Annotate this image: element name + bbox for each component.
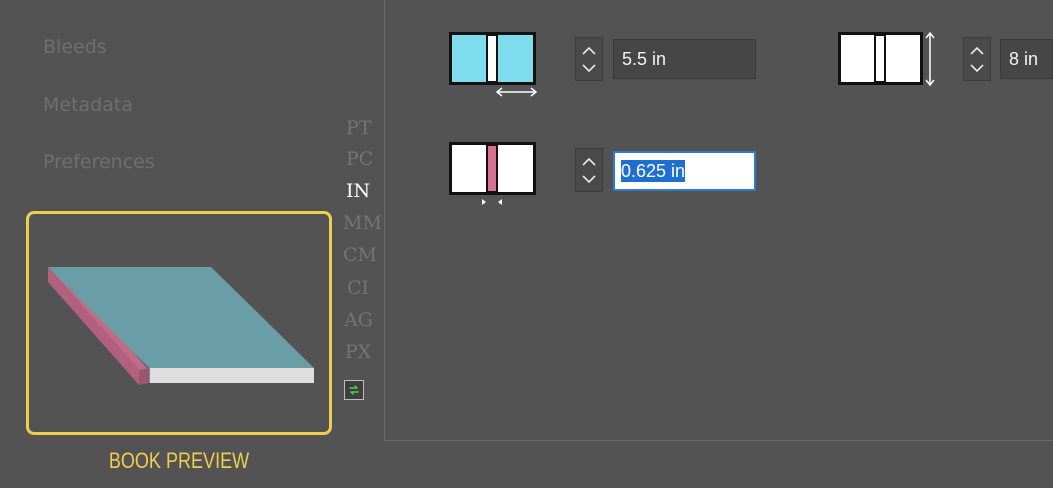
spine-width-icon [449, 142, 536, 205]
book-preview-illustration [48, 267, 314, 385]
unit-in[interactable]: IN [346, 180, 370, 202]
nav-item-metadata[interactable]: Metadata [43, 94, 133, 116]
spine-width-field[interactable]: 0.625 in [613, 151, 756, 191]
spine-width-value: 0.625 in [621, 160, 686, 182]
unit-px[interactable]: PX [345, 341, 371, 363]
book-preview-label: BOOK PREVIEW [108, 448, 250, 473]
width-field[interactable]: 5.5 in [613, 39, 756, 79]
unit-cm[interactable]: CM [343, 244, 377, 266]
spine-stepper[interactable] [575, 148, 603, 192]
left-navigation: Bleeds Metadata Preferences BOOK PREVIEW [0, 0, 384, 488]
unit-pt[interactable]: PT [346, 117, 371, 139]
page-width-icon [449, 32, 538, 97]
unit-ag[interactable]: AG [344, 309, 373, 331]
sync-icon [349, 385, 359, 395]
nav-item-bleeds[interactable]: Bleeds [43, 36, 107, 58]
unit-mm[interactable]: MM [343, 212, 382, 234]
page-height-icon [838, 32, 935, 87]
width-stepper[interactable] [575, 37, 603, 81]
nav-item-preferences[interactable]: Preferences [43, 151, 155, 173]
height-field[interactable]: 8 in [1000, 39, 1053, 79]
sync-units-button[interactable] [344, 380, 364, 400]
unit-pc[interactable]: PC [346, 148, 373, 170]
height-stepper[interactable] [963, 37, 991, 81]
unit-ci[interactable]: CI [347, 277, 369, 299]
book-preview-frame [26, 211, 332, 435]
